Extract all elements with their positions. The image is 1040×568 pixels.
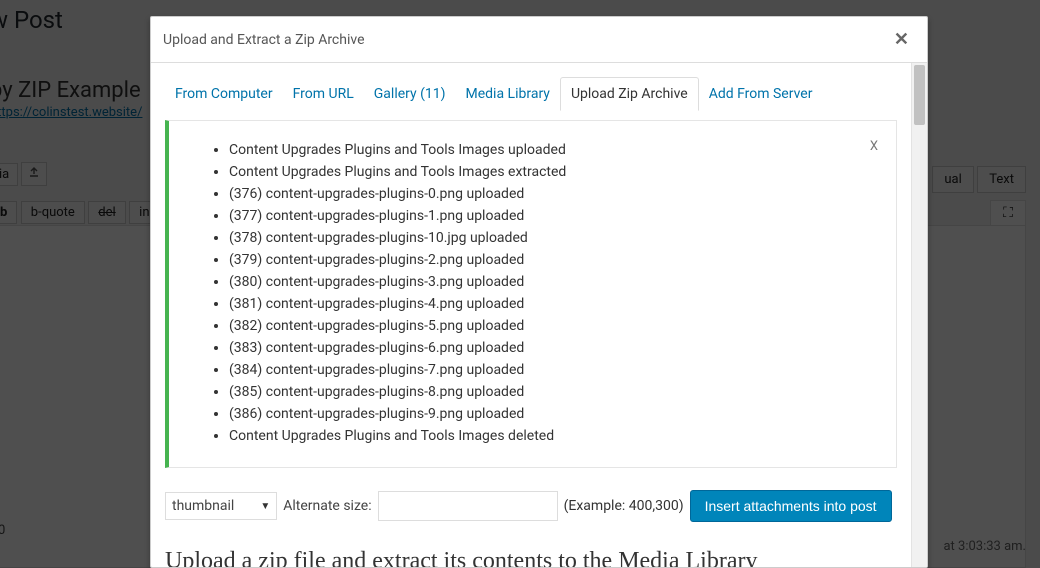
alternate-size-label: Alternate size: [283, 498, 371, 514]
chevron-down-icon: ▼ [260, 501, 270, 512]
list-item: Content Upgrades Plugins and Tools Image… [229, 161, 872, 183]
upload-result-notice: X Content Upgrades Plugins and Tools Ima… [165, 120, 897, 468]
list-item: (386) content-upgrades-plugins-9.png upl… [229, 403, 872, 425]
example-hint: (Example: 400,300) [564, 498, 684, 514]
upload-log-list: Content Upgrades Plugins and Tools Image… [193, 139, 872, 447]
list-item: (383) content-upgrades-plugins-6.png upl… [229, 337, 872, 359]
modal-title: Upload and Extract a Zip Archive [163, 32, 365, 48]
modal-scrollbar[interactable] [911, 63, 927, 567]
list-item: Content Upgrades Plugins and Tools Image… [229, 425, 872, 447]
tab-media-library[interactable]: Media Library [456, 78, 560, 110]
insert-attachments-button[interactable]: Insert attachments into post [690, 490, 892, 522]
list-item: (381) content-upgrades-plugins-4.png upl… [229, 293, 872, 315]
tab-add-from-server[interactable]: Add From Server [699, 78, 823, 110]
list-item: (379) content-upgrades-plugins-2.png upl… [229, 249, 872, 271]
attachment-options-row: thumbnail ▼ Alternate size: (Example: 40… [165, 490, 897, 522]
tab-from-url[interactable]: From URL [283, 78, 364, 110]
list-item: (384) content-upgrades-plugins-7.png upl… [229, 359, 872, 381]
list-item: (382) content-upgrades-plugins-5.png upl… [229, 315, 872, 337]
modal-header: Upload and Extract a Zip Archive ✕ [151, 17, 927, 63]
list-item: (377) content-upgrades-plugins-1.png upl… [229, 205, 872, 227]
tab-gallery[interactable]: Gallery (11) [364, 78, 456, 110]
scrollbar-thumb[interactable] [914, 65, 925, 125]
modal-content: From Computer From URL Gallery (11) Medi… [151, 63, 911, 567]
upload-tabs: From Computer From URL Gallery (11) Medi… [165, 69, 897, 110]
tab-upload-zip[interactable]: Upload Zip Archive [560, 77, 699, 111]
dismiss-notice-button[interactable]: X [870, 139, 878, 154]
tab-from-computer[interactable]: From Computer [165, 78, 283, 110]
upload-zip-heading: Upload a zip file and extract its conten… [165, 548, 897, 567]
image-size-value: thumbnail [172, 498, 234, 514]
list-item: (376) content-upgrades-plugins-0.png upl… [229, 183, 872, 205]
upload-zip-modal: Upload and Extract a Zip Archive ✕ From … [150, 16, 928, 568]
list-item: (380) content-upgrades-plugins-3.png upl… [229, 271, 872, 293]
image-size-select[interactable]: thumbnail ▼ [165, 492, 277, 520]
list-item: (378) content-upgrades-plugins-10.jpg up… [229, 227, 872, 249]
list-item: Content Upgrades Plugins and Tools Image… [229, 139, 872, 161]
modal-body: From Computer From URL Gallery (11) Medi… [151, 63, 927, 567]
alternate-size-input[interactable] [378, 491, 558, 521]
close-icon[interactable]: ✕ [888, 27, 915, 52]
list-item: (385) content-upgrades-plugins-8.png upl… [229, 381, 872, 403]
